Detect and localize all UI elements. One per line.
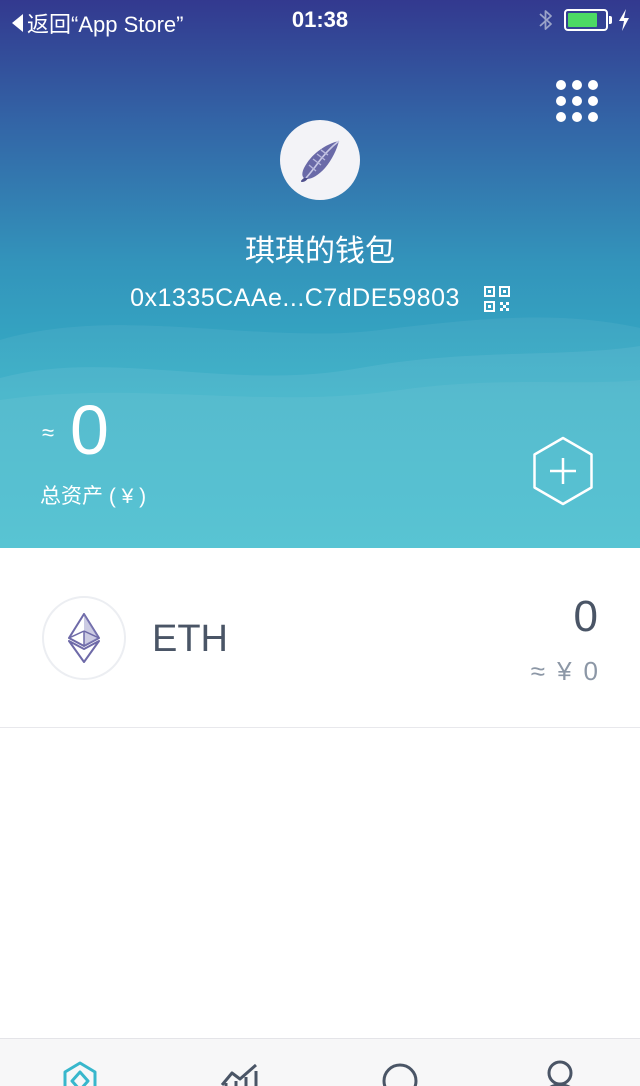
status-bar: 返回“App Store” 01:38 — [0, 0, 640, 40]
asset-fiat-approx: ≈ — [530, 656, 546, 686]
shell-avatar-icon — [300, 140, 340, 182]
menu-grid-icon[interactable] — [556, 80, 600, 124]
status-indicators — [538, 8, 630, 32]
charging-icon — [619, 9, 629, 31]
total-asset-label: 总资产 ( ¥ ) — [40, 485, 147, 508]
asset-logo — [42, 596, 126, 680]
tab-profile[interactable] — [536, 1059, 584, 1086]
asset-fiat-value: ≈ ¥0 — [531, 656, 598, 687]
qr-code-icon[interactable] — [483, 285, 510, 312]
wallet-avatar[interactable] — [280, 120, 360, 200]
battery-icon — [564, 9, 612, 31]
total-approx-sign: ≈ — [42, 420, 55, 445]
total-asset-value: 0 — [70, 391, 109, 469]
asset-fiat-number: 0 — [583, 656, 598, 686]
wallet-name: 琪琪的钱包 — [245, 235, 395, 268]
tab-bar — [0, 1038, 640, 1086]
market-tab-icon — [220, 1063, 258, 1086]
tab-discover[interactable] — [376, 1059, 424, 1086]
ethereum-icon — [68, 613, 100, 663]
asset-fiat-currency: ¥ — [557, 656, 572, 686]
profile-tab-icon — [547, 1060, 573, 1086]
wallet-header: 返回“App Store” 01:38 琪琪的钱包 0x1335CAAe...C… — [0, 0, 640, 548]
bluetooth-icon — [539, 10, 552, 30]
asset-row-eth[interactable]: ETH 0 ≈ ¥0 — [0, 548, 640, 728]
asset-name: ETH — [152, 618, 228, 660]
discover-tab-icon — [382, 1063, 418, 1086]
wallet-address[interactable]: 0x1335CAAe...C7dDE59803 — [130, 284, 460, 313]
tab-wallet[interactable] — [56, 1059, 104, 1086]
wallet-tab-icon — [63, 1061, 97, 1086]
wallet-address-row: 0x1335CAAe...C7dDE59803 — [0, 284, 640, 313]
add-hexagon-icon[interactable] — [528, 436, 598, 506]
asset-amount: 0 — [573, 592, 598, 641]
tab-market[interactable] — [216, 1059, 264, 1086]
